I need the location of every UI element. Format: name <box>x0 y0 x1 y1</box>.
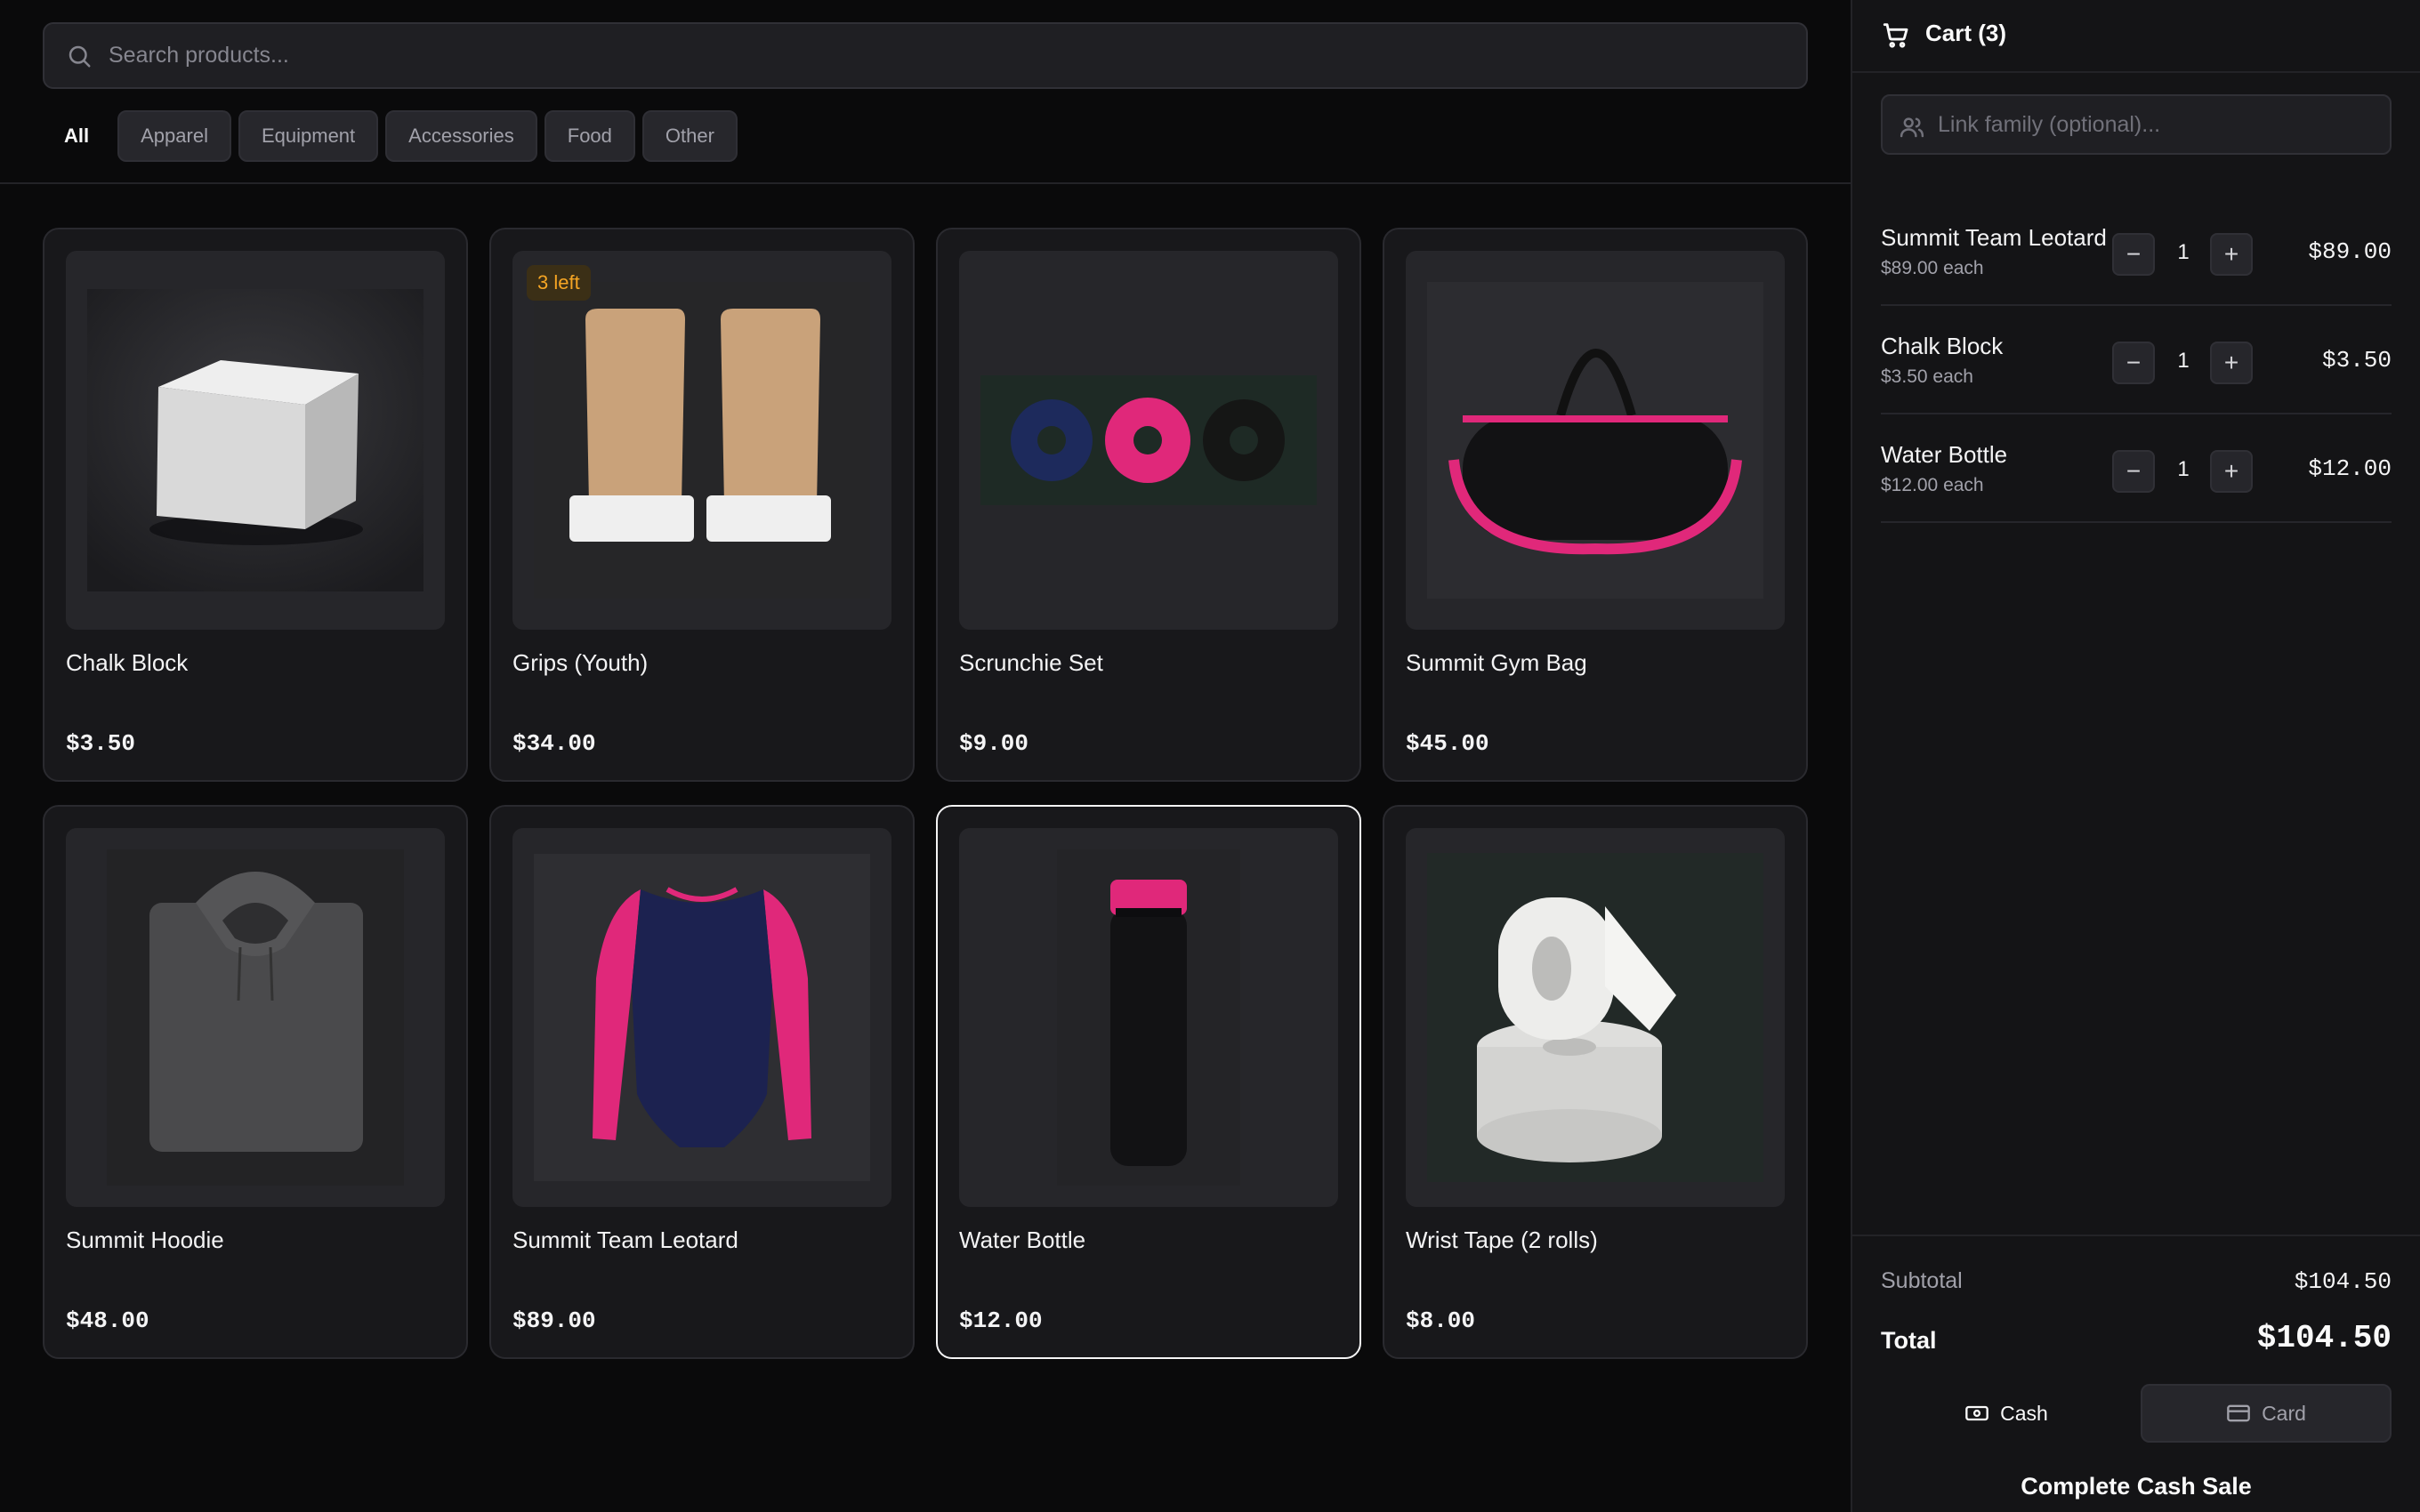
link-family-input[interactable] <box>1938 96 2383 153</box>
cart-icon <box>1883 23 1908 48</box>
quantity-value: 1 <box>2177 457 2190 481</box>
subtotal-value: $104.50 <box>2294 1268 2392 1295</box>
product-price: $12.00 <box>959 1307 1043 1334</box>
cart-item-name: Summit Team Leotard <box>1881 224 2107 251</box>
product-card-wrist-tape[interactable]: Wrist Tape (2 rolls) $8.00 <box>1383 805 1808 1359</box>
product-name: Chalk Block <box>66 649 189 676</box>
product-price: $3.50 <box>66 730 136 757</box>
link-family-box[interactable] <box>1881 94 2392 155</box>
cart-item: Water Bottle $12.00 each − 1 + $12.00 <box>1881 414 2392 523</box>
category-tab-apparel[interactable]: Apparel <box>117 110 231 162</box>
category-tabs: All Apparel Equipment Accessories Food O… <box>43 110 738 162</box>
cart-item-name: Chalk Block <box>1881 333 2004 359</box>
category-tab-food[interactable]: Food <box>544 110 635 162</box>
product-image <box>959 251 1338 630</box>
credit-card-icon <box>2227 1404 2250 1422</box>
cash-payment-button[interactable]: Cash <box>1881 1384 2132 1443</box>
product-image <box>959 828 1338 1207</box>
increase-quantity-button[interactable]: + <box>2210 342 2253 384</box>
product-price: $48.00 <box>66 1307 149 1334</box>
category-tab-other[interactable]: Other <box>641 110 738 162</box>
product-image <box>1406 828 1785 1207</box>
product-image <box>512 828 891 1207</box>
decrease-quantity-button[interactable]: − <box>2112 450 2155 493</box>
scrunchie-image <box>980 375 1317 505</box>
decrease-quantity-button[interactable]: − <box>2112 233 2155 276</box>
cart-item-unit-price: $12.00 each <box>1881 475 1984 495</box>
stock-badge: 3 left <box>527 265 591 301</box>
product-card-chalk-block[interactable]: Chalk Block $3.50 <box>43 228 468 782</box>
product-card-summit-hoodie[interactable]: Summit Hoodie $48.00 <box>43 805 468 1359</box>
cart-summary: Subtotal $104.50 Total $104.50 Cash Card… <box>1852 1235 2420 1512</box>
leotard-image <box>534 854 870 1181</box>
banknote-icon <box>1965 1405 1988 1421</box>
product-card-summit-team-leotard[interactable]: Summit Team Leotard $89.00 <box>489 805 915 1359</box>
quantity-value: 1 <box>2177 240 2190 264</box>
product-name: Summit Gym Bag <box>1406 649 1587 676</box>
increase-quantity-button[interactable]: + <box>2210 233 2253 276</box>
cart-panel: Cart (3) Summit Team Leotard $89.00 each… <box>1851 0 2420 1512</box>
product-card-summit-gym-bag[interactable]: Summit Gym Bag $45.00 <box>1383 228 1808 782</box>
search-icon <box>69 45 91 68</box>
product-price: $34.00 <box>512 730 596 757</box>
cart-header: Cart (3) <box>1852 0 2420 73</box>
cash-label: Cash <box>2000 1401 2048 1425</box>
product-image: 3 left <box>512 251 891 630</box>
total-value: $104.50 <box>2256 1320 2392 1356</box>
cart-items: Summit Team Leotard $89.00 each − 1 + $8… <box>1881 197 2392 523</box>
product-price: $9.00 <box>959 730 1029 757</box>
product-name: Wrist Tape (2 rolls) <box>1406 1226 1598 1253</box>
product-image <box>1406 251 1785 630</box>
grips-image <box>534 282 870 599</box>
product-card-water-bottle[interactable]: Water Bottle $12.00 <box>936 805 1361 1359</box>
product-toolbar: All Apparel Equipment Accessories Food O… <box>0 0 1851 184</box>
cart-item-total: $12.00 <box>2308 455 2392 482</box>
water-bottle-image <box>1057 849 1240 1186</box>
product-name: Scrunchie Set <box>959 649 1103 676</box>
product-price: $89.00 <box>512 1307 596 1334</box>
product-grid: Chalk Block $3.50 3 left Grips (Youth) $… <box>43 228 1808 1359</box>
cart-item-unit-price: $3.50 each <box>1881 366 1973 387</box>
cart-item-name: Water Bottle <box>1881 441 2008 468</box>
category-tab-all[interactable]: All <box>43 110 110 162</box>
card-label: Card <box>2262 1401 2306 1425</box>
chalk-block-image <box>87 289 424 591</box>
category-tab-accessories[interactable]: Accessories <box>385 110 537 162</box>
quantity-value: 1 <box>2177 349 2190 373</box>
pos-app: All Apparel Equipment Accessories Food O… <box>0 0 2420 1512</box>
hoodie-image <box>107 849 404 1186</box>
product-card-scrunchie-set[interactable]: Scrunchie Set $9.00 <box>936 228 1361 782</box>
wrist-tape-image <box>1427 853 1763 1182</box>
category-tab-equipment[interactable]: Equipment <box>238 110 379 162</box>
product-price: $45.00 <box>1406 730 1489 757</box>
cart-item-unit-price: $89.00 each <box>1881 258 1984 278</box>
search-input[interactable] <box>109 24 1781 87</box>
product-image <box>66 251 445 630</box>
product-price: $8.00 <box>1406 1307 1476 1334</box>
gym-bag-image <box>1427 282 1763 599</box>
product-image <box>66 828 445 1207</box>
product-name: Water Bottle <box>959 1226 1086 1253</box>
total-label: Total <box>1881 1327 1937 1354</box>
decrease-quantity-button[interactable]: − <box>2112 342 2155 384</box>
cart-item-total: $3.50 <box>2321 347 2392 374</box>
product-name: Summit Team Leotard <box>512 1226 738 1253</box>
users-icon <box>1900 117 1924 138</box>
product-name: Summit Hoodie <box>66 1226 224 1253</box>
subtotal-label: Subtotal <box>1881 1268 1963 1293</box>
complete-sale-button[interactable]: Complete Cash Sale <box>1881 1473 2392 1500</box>
card-payment-button[interactable]: Card <box>2141 1384 2392 1443</box>
product-card-grips-youth[interactable]: 3 left Grips (Youth) $34.00 <box>489 228 915 782</box>
cart-title: Cart (3) <box>1925 20 2007 46</box>
product-name: Grips (Youth) <box>512 649 649 676</box>
cart-item: Summit Team Leotard $89.00 each − 1 + $8… <box>1881 197 2392 306</box>
product-panel: All Apparel Equipment Accessories Food O… <box>0 0 1851 1512</box>
cart-item: Chalk Block $3.50 each − 1 + $3.50 <box>1881 306 2392 414</box>
cart-item-total: $89.00 <box>2308 238 2392 265</box>
search-box[interactable] <box>43 22 1808 89</box>
increase-quantity-button[interactable]: + <box>2210 450 2253 493</box>
